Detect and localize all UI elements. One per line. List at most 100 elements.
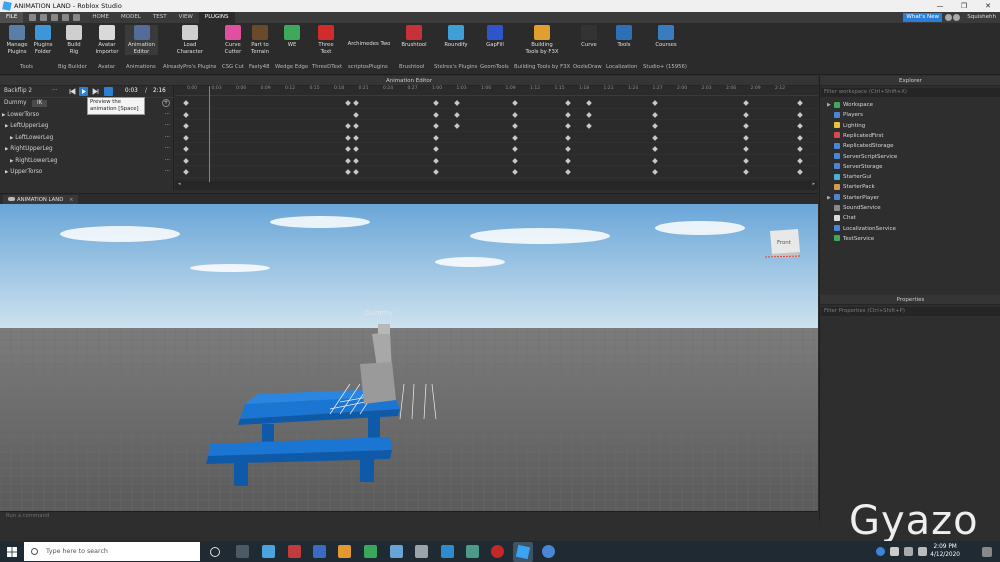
keyframe-marker[interactable]	[565, 169, 571, 175]
keyframe-marker[interactable]	[433, 169, 439, 175]
curve-cutter-button[interactable]: Curve Cutter	[220, 25, 246, 55]
expand-arrow-icon[interactable]: ▶	[827, 193, 831, 203]
keyframe-marker[interactable]	[512, 134, 518, 141]
localization-tools-button[interactable]: Tools	[611, 25, 637, 49]
expand-arrow-icon[interactable]: ▶	[10, 159, 13, 164]
wedge-edge-button[interactable]: WE	[279, 25, 305, 49]
keyframe-marker[interactable]	[353, 100, 359, 106]
keyframe-marker[interactable]	[454, 123, 460, 129]
track-left-upper-leg[interactable]: ▶ LeftUpperLeg ···	[0, 121, 174, 133]
task-view-icon[interactable]	[236, 545, 249, 558]
keyframe-marker[interactable]	[797, 169, 803, 175]
keyframe-marker[interactable]	[565, 157, 571, 164]
keyframe-row[interactable]	[175, 166, 818, 178]
keyframe-marker[interactable]	[652, 146, 658, 152]
system-clock[interactable]: 2:09 PM 4/12/2020	[930, 543, 960, 559]
keyframe-row[interactable]	[175, 97, 818, 109]
gapfill-button[interactable]: GapFill	[482, 25, 508, 49]
expand-arrow-icon[interactable]: ▶	[827, 100, 831, 110]
skip-to-end-icon[interactable]	[92, 88, 99, 95]
keyframe-marker[interactable]	[433, 123, 439, 129]
file-menu[interactable]: FILE	[0, 12, 24, 23]
keyframe-marker[interactable]	[353, 146, 359, 152]
timeline-scrollbar[interactable]: ◂ ▸	[175, 181, 818, 190]
roundify-button[interactable]: Roundify	[441, 25, 471, 49]
word-icon[interactable]	[313, 545, 326, 558]
animation-editor-button[interactable]: Animation Editor	[125, 25, 158, 55]
network-icon[interactable]	[904, 547, 913, 556]
save-icon[interactable]	[62, 14, 70, 21]
timeline-playhead[interactable]	[209, 86, 210, 182]
ik-button[interactable]: IK	[32, 100, 48, 107]
help-icon[interactable]	[945, 14, 952, 21]
keyframe-marker[interactable]	[652, 169, 658, 175]
tab-home[interactable]: HOME	[86, 12, 115, 23]
explorer-item-startergui[interactable]: StarterGui	[834, 172, 871, 182]
avatar-importer-button[interactable]: Avatar Importer	[93, 25, 121, 55]
curve-button[interactable]: Curve	[576, 25, 602, 49]
keyframe-marker[interactable]	[743, 134, 749, 141]
keyframe-marker[interactable]	[345, 157, 351, 164]
keyframe-marker[interactable]	[652, 123, 658, 129]
track-menu-button[interactable]: ···	[165, 121, 170, 133]
part-to-terrain-button[interactable]: Part to Terrain	[247, 25, 273, 55]
explorer-item-chat[interactable]: Chat	[834, 213, 856, 223]
track-right-lower-leg[interactable]: ▶ RightLowerLeg ···	[0, 156, 174, 168]
keyframe-marker[interactable]	[652, 100, 658, 106]
keyframe-marker[interactable]	[797, 146, 803, 152]
explorer-item-testservice[interactable]: TestService	[834, 234, 874, 244]
keyframe-marker[interactable]	[797, 111, 803, 118]
current-time[interactable]: 0:03	[125, 86, 138, 98]
brushtool-button[interactable]: Brushtool	[398, 25, 430, 49]
command-bar[interactable]: Run a command	[0, 511, 818, 521]
keyframe-marker[interactable]	[652, 134, 658, 141]
keyframe-marker[interactable]	[586, 111, 592, 118]
play-button[interactable]	[79, 87, 88, 96]
folder-app-icon[interactable]	[466, 545, 479, 558]
taskbar-search-input[interactable]: Type here to search	[24, 542, 200, 561]
whats-new-button[interactable]: What's New	[903, 13, 942, 22]
explorer-item-players[interactable]: Players	[834, 110, 863, 120]
explorer-item-serverstorage[interactable]: ServerStorage	[834, 162, 883, 172]
tab-model[interactable]: MODEL	[115, 12, 147, 23]
animation-name[interactable]: Backflip 2	[4, 88, 32, 94]
keyframe-marker[interactable]	[183, 100, 189, 106]
keyframe-marker[interactable]	[743, 146, 749, 152]
building-tools-button[interactable]: Building Tools by F3X	[520, 25, 564, 55]
close-button[interactable]: ✕	[976, 0, 1000, 12]
keyframe-marker[interactable]	[565, 123, 571, 129]
plugins-folder-button[interactable]: Plugins Folder	[30, 25, 56, 55]
keyframe-marker[interactable]	[183, 123, 189, 129]
tab-plugins[interactable]: PLUGINS	[198, 12, 235, 23]
windows-start-icon[interactable]	[7, 547, 17, 557]
keyframe-marker[interactable]	[797, 123, 803, 129]
volume-icon[interactable]	[918, 547, 927, 556]
keyframe-marker[interactable]	[586, 123, 592, 129]
keyframe-marker[interactable]	[565, 111, 571, 118]
minimize-button[interactable]: —	[928, 0, 952, 12]
keyframe-marker[interactable]	[433, 157, 439, 164]
explorer-item-lighting[interactable]: Lighting	[834, 121, 865, 131]
add-track-button[interactable]: +	[162, 99, 170, 107]
keyframe-marker[interactable]	[512, 169, 518, 175]
keyframe-marker[interactable]	[183, 146, 189, 152]
game-controller-icon[interactable]	[542, 545, 555, 558]
keyframe-marker[interactable]	[652, 111, 658, 118]
keyframe-marker[interactable]	[454, 111, 460, 118]
track-menu-button[interactable]: ···	[165, 144, 170, 156]
load-character-button[interactable]: Load Character	[175, 25, 205, 55]
expand-arrow-icon[interactable]: ▶	[5, 170, 8, 175]
user-name[interactable]: Squishehh	[967, 12, 996, 23]
new-file-icon[interactable]	[29, 14, 37, 21]
keyframe-marker[interactable]	[183, 111, 189, 118]
keyframe-row[interactable]	[175, 143, 818, 155]
timeline-area[interactable]: 0:00 0:03 0:06 0:09 0:12 0:15 0:18 0:21 0:24 0:27…	[175, 86, 818, 191]
keyframe-marker[interactable]	[512, 146, 518, 152]
keyframe-marker[interactable]	[353, 134, 359, 141]
tab-test[interactable]: TEST	[147, 12, 173, 23]
timeline-ruler[interactable]: 0:00 0:03 0:06 0:09 0:12 0:15 0:18 0:21 0:24 0:27…	[175, 86, 818, 96]
keyframe-marker[interactable]	[743, 111, 749, 118]
keyframe-marker[interactable]	[565, 146, 571, 152]
keyframe-marker[interactable]	[345, 123, 351, 129]
redo-icon[interactable]	[51, 14, 59, 21]
